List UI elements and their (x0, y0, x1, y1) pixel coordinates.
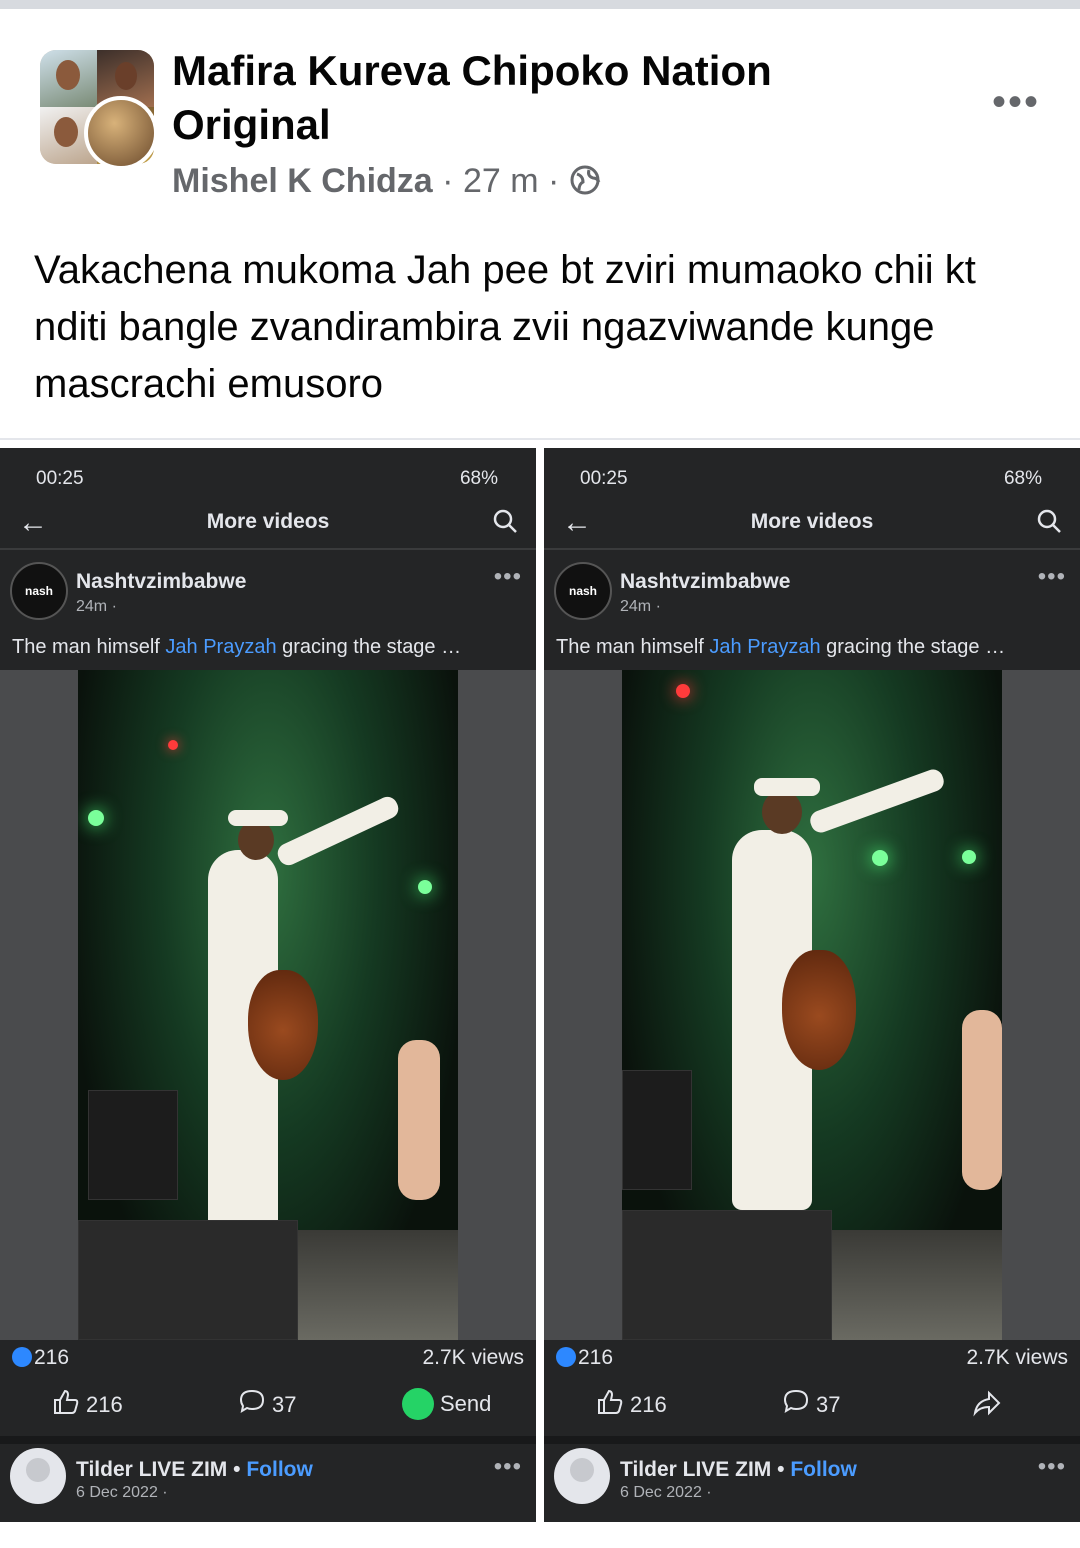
comment-button[interactable]: 37 (238, 1388, 296, 1422)
send-button[interactable]: Send (402, 1388, 491, 1420)
like-count: 216 (630, 1392, 667, 1417)
section-divider (0, 438, 1080, 440)
top-divider-bar (0, 0, 1080, 9)
next-post-avatar[interactable] (554, 1448, 610, 1504)
more-icon[interactable]: ••• (1038, 565, 1066, 589)
reaction-summary[interactable]: 216 (556, 1346, 613, 1370)
post-time[interactable]: 27 m (463, 162, 539, 200)
view-count: 2.7K views (422, 1346, 524, 1369)
like-button[interactable]: 216 (52, 1388, 123, 1422)
video-player[interactable] (0, 670, 536, 1340)
screenshot-right: 00:25 68% ← More videos nash Nashtvzimba… (544, 448, 1080, 1522)
whatsapp-icon (402, 1388, 434, 1420)
page-name[interactable]: Nashtvzimbabwe (620, 570, 790, 594)
video-caption: The man himself Jah Prayzah gracing the … (556, 636, 1006, 658)
page-meta: 24m · (620, 598, 661, 615)
screenshot-left: 00:25 68% ← More videos nash Nashtvzimba… (0, 448, 536, 1522)
more-icon[interactable]: ••• (992, 82, 1040, 122)
author-avatar[interactable] (84, 96, 158, 170)
like-icon (596, 1388, 624, 1422)
mention-link[interactable]: Jah Prayzah (165, 636, 276, 658)
video-navbar: ← More videos (544, 498, 1080, 550)
comment-button[interactable]: 37 (782, 1388, 840, 1422)
more-icon[interactable]: ••• (494, 565, 522, 589)
action-bar: 216 37 (544, 1378, 1080, 1434)
status-time: 00:25 (580, 468, 628, 489)
globe-icon (569, 162, 601, 208)
next-post-avatar[interactable] (10, 1448, 66, 1504)
video-player[interactable] (544, 670, 1080, 1340)
next-post-author[interactable]: Tilder LIVE ZIM (76, 1458, 227, 1481)
next-post-header: Tilder LIVE ZIM • Follow (620, 1458, 857, 1481)
feed-separator (0, 1436, 536, 1444)
battery-level: 68% (459, 468, 498, 489)
share-arrow-icon (972, 1388, 1002, 1424)
share-button[interactable] (972, 1388, 1002, 1424)
nav-title: More videos (750, 510, 874, 533)
video-stats: 216 2.7K views (0, 1342, 536, 1378)
next-post-date: 6 Dec 2022 · (620, 1484, 712, 1501)
next-post-author[interactable]: Tilder LIVE ZIM (620, 1458, 771, 1481)
send-label: Send (440, 1391, 492, 1416)
comment-count: 37 (816, 1392, 841, 1417)
page-name[interactable]: Nashtvzimbabwe (76, 570, 246, 594)
author-name[interactable]: Mishel K Chidza (172, 162, 433, 200)
action-bar: 216 37 Send (0, 1378, 536, 1434)
like-icon (52, 1388, 80, 1422)
meta-separator: · (547, 162, 560, 200)
reaction-summary[interactable]: 216 (12, 1346, 69, 1370)
battery-level: 68% (1003, 468, 1042, 489)
video-stats: 216 2.7K views (544, 1342, 1080, 1378)
comment-icon (238, 1388, 266, 1422)
video-navbar: ← More videos (0, 498, 536, 550)
feed-separator (544, 1436, 1080, 1444)
more-icon[interactable]: ••• (494, 1455, 522, 1479)
comment-icon (782, 1388, 810, 1422)
nav-title: More videos (206, 510, 330, 533)
page-avatar[interactable]: nash (554, 562, 612, 620)
concert-frame (622, 670, 1002, 1340)
search-icon[interactable] (492, 508, 518, 539)
group-name[interactable]: Mafira Kureva Chipoko Nation Original (172, 44, 872, 152)
next-post-date: 6 Dec 2022 · (76, 1484, 168, 1501)
concert-frame (78, 670, 458, 1340)
video-caption: The man himself Jah Prayzah gracing the … (12, 636, 462, 658)
page-avatar[interactable]: nash (10, 562, 68, 620)
post-text: Vakachena mukoma Jah pee bt zviri mumaok… (34, 248, 976, 406)
page-meta: 24m · (76, 598, 117, 615)
follow-link[interactable]: Follow (246, 1458, 313, 1481)
meta-separator: · (442, 162, 454, 200)
like-reaction-icon (556, 1347, 576, 1367)
search-icon[interactable] (1036, 508, 1062, 539)
more-icon[interactable]: ••• (1038, 1455, 1066, 1479)
comment-count: 37 (272, 1392, 297, 1417)
like-button[interactable]: 216 (596, 1388, 667, 1422)
follow-link[interactable]: Follow (790, 1458, 857, 1481)
next-post-header: Tilder LIVE ZIM • Follow (76, 1458, 313, 1481)
like-count: 216 (86, 1392, 123, 1417)
mention-link[interactable]: Jah Prayzah (709, 636, 820, 658)
like-reaction-icon (12, 1347, 32, 1367)
status-time: 00:25 (36, 468, 84, 489)
view-count: 2.7K views (966, 1346, 1068, 1369)
post-meta: Mishel K Chidza · 27 m · (172, 158, 601, 208)
